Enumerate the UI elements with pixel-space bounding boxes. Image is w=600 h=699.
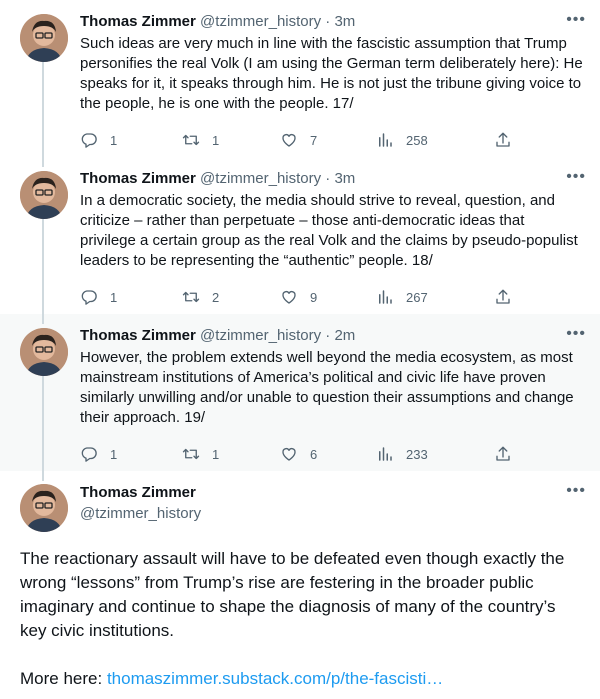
tweet-header: Thomas Zimmer @tzimmer_history · 2m	[80, 326, 584, 346]
share-icon	[496, 132, 510, 147]
like-count: 6	[310, 446, 318, 462]
reply-button[interactable]: 1	[80, 445, 182, 463]
thread-line	[42, 314, 44, 324]
views-icon	[379, 290, 392, 304]
author-name[interactable]: Thomas Zimmer	[80, 170, 196, 187]
reply-button[interactable]: 1	[80, 131, 182, 149]
retweet-icon	[182, 448, 200, 460]
action-bar: 1 2 9 267	[80, 277, 584, 317]
tweet-text: In a democratic society, the media shoul…	[80, 192, 578, 269]
like-button[interactable]: 7	[280, 131, 376, 149]
author-handle[interactable]: @tzimmer_history	[200, 170, 321, 187]
tweet-18[interactable]: Thomas Zimmer @tzimmer_history · 3m ••• …	[0, 157, 600, 314]
retweet-count: 2	[212, 289, 220, 305]
retweet-count: 1	[212, 446, 220, 462]
like-count: 7	[310, 132, 318, 148]
avatar[interactable]	[20, 328, 68, 376]
reply-icon	[81, 133, 97, 148]
separator-dot: ·	[325, 327, 331, 344]
thread-line	[42, 471, 44, 481]
more-icon[interactable]: •••	[566, 483, 586, 499]
avatar[interactable]	[20, 484, 68, 532]
reply-icon	[81, 447, 97, 462]
article-link[interactable]: thomaszimmer.substack.com/p/the-fascisti…	[107, 669, 443, 688]
like-button[interactable]: 9	[280, 288, 376, 306]
like-icon	[282, 291, 296, 304]
reply-button[interactable]: 1	[80, 288, 182, 306]
timestamp[interactable]: 3m	[334, 13, 355, 30]
avatar[interactable]	[20, 14, 68, 62]
views-count: 267	[406, 289, 428, 305]
like-button[interactable]: 6	[280, 445, 376, 463]
tweet-17[interactable]: Thomas Zimmer @tzimmer_history · 3m ••• …	[0, 0, 600, 157]
views-button[interactable]: 258	[376, 131, 494, 149]
more-here-label: More here:	[20, 669, 103, 688]
tweet-text: The reactionary assault will have to be …	[20, 549, 565, 640]
author-handle[interactable]: @tzimmer_history	[80, 504, 584, 524]
more-here-line: More here: thomaszimmer.substack.com/p/t…	[20, 667, 584, 691]
more-icon[interactable]: •••	[566, 169, 586, 185]
more-icon[interactable]: •••	[566, 326, 586, 342]
author-name[interactable]: Thomas Zimmer	[80, 483, 584, 503]
reply-count: 1	[110, 289, 118, 305]
share-icon	[496, 446, 510, 461]
like-icon	[282, 448, 296, 461]
focused-tweet: Thomas Zimmer @tzimmer_history ••• The r…	[0, 471, 600, 699]
like-icon	[282, 134, 296, 147]
action-bar: 1 1 6 233	[80, 434, 584, 474]
author-handle[interactable]: @tzimmer_history	[200, 13, 321, 30]
share-button[interactable]	[494, 288, 512, 306]
share-icon	[496, 289, 510, 304]
views-icon	[379, 447, 392, 461]
reply-icon	[81, 290, 97, 305]
views-icon	[379, 133, 392, 147]
author-handle[interactable]: @tzimmer_history	[200, 327, 321, 344]
separator-dot: ·	[325, 170, 331, 187]
retweet-count: 1	[212, 132, 220, 148]
author-name[interactable]: Thomas Zimmer	[80, 327, 196, 344]
tweet-text: However, the problem extends well beyond…	[80, 349, 574, 426]
share-button[interactable]	[494, 445, 512, 463]
retweet-button[interactable]: 1	[182, 131, 280, 149]
thread-line	[42, 376, 44, 471]
timestamp[interactable]: 2m	[334, 327, 355, 344]
action-bar: 1 1 7 258	[80, 120, 584, 160]
separator-dot: ·	[325, 13, 331, 30]
views-button[interactable]: 267	[376, 288, 494, 306]
thread-line	[42, 219, 44, 314]
tweet-header: Thomas Zimmer @tzimmer_history · 3m	[80, 12, 584, 32]
author-name[interactable]: Thomas Zimmer	[80, 13, 196, 30]
retweet-button[interactable]: 1	[182, 445, 280, 463]
tweet-text: Such ideas are very much in line with th…	[80, 35, 583, 112]
retweet-button[interactable]: 2	[182, 288, 280, 306]
more-icon[interactable]: •••	[566, 12, 586, 28]
views-count: 233	[406, 446, 428, 462]
avatar[interactable]	[20, 171, 68, 219]
share-button[interactable]	[494, 131, 512, 149]
thread-line	[42, 157, 44, 167]
retweet-icon	[182, 134, 200, 146]
views-button[interactable]: 233	[376, 445, 494, 463]
tweet-header: Thomas Zimmer @tzimmer_history	[80, 483, 584, 524]
like-count: 9	[310, 289, 318, 305]
thread-line	[42, 62, 44, 157]
tweet-header: Thomas Zimmer @tzimmer_history · 3m	[80, 169, 584, 189]
views-count: 258	[406, 132, 428, 148]
reply-count: 1	[110, 446, 118, 462]
reply-count: 1	[110, 132, 118, 148]
timestamp[interactable]: 3m	[334, 170, 355, 187]
retweet-icon	[182, 291, 200, 303]
tweet-19[interactable]: Thomas Zimmer @tzimmer_history · 2m ••• …	[0, 314, 600, 471]
